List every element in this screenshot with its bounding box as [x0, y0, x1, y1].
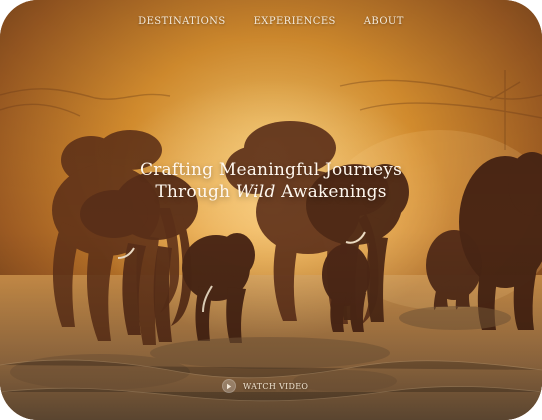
top-navigation: DESTINATIONS EXPERIENCES ABOUT [0, 16, 542, 27]
nav-link-destinations[interactable]: DESTINATIONS [138, 16, 225, 27]
hero-line-2-suffix: Awakenings [275, 182, 387, 202]
hero-title-line-1: Crafting Meaningful Journeys [139, 160, 403, 180]
hero-frame: DESTINATIONS EXPERIENCES ABOUT Crafting … [0, 0, 542, 420]
watch-video-label: WATCH VIDEO [243, 381, 309, 391]
hero-heading: Crafting Meaningful Journeys Through Wil… [0, 159, 542, 203]
hero-line-2-emphasis: Wild [235, 182, 276, 202]
nav-link-experiences[interactable]: EXPERIENCES [254, 16, 336, 27]
hero-title-line-2: Through Wild Awakenings [0, 181, 542, 203]
play-icon [222, 379, 236, 393]
nav-link-about[interactable]: ABOUT [364, 16, 404, 27]
watch-video-button[interactable]: WATCH VIDEO [222, 379, 308, 393]
hero-line-2-prefix: Through [155, 182, 236, 202]
safari-background-image [0, 0, 542, 420]
